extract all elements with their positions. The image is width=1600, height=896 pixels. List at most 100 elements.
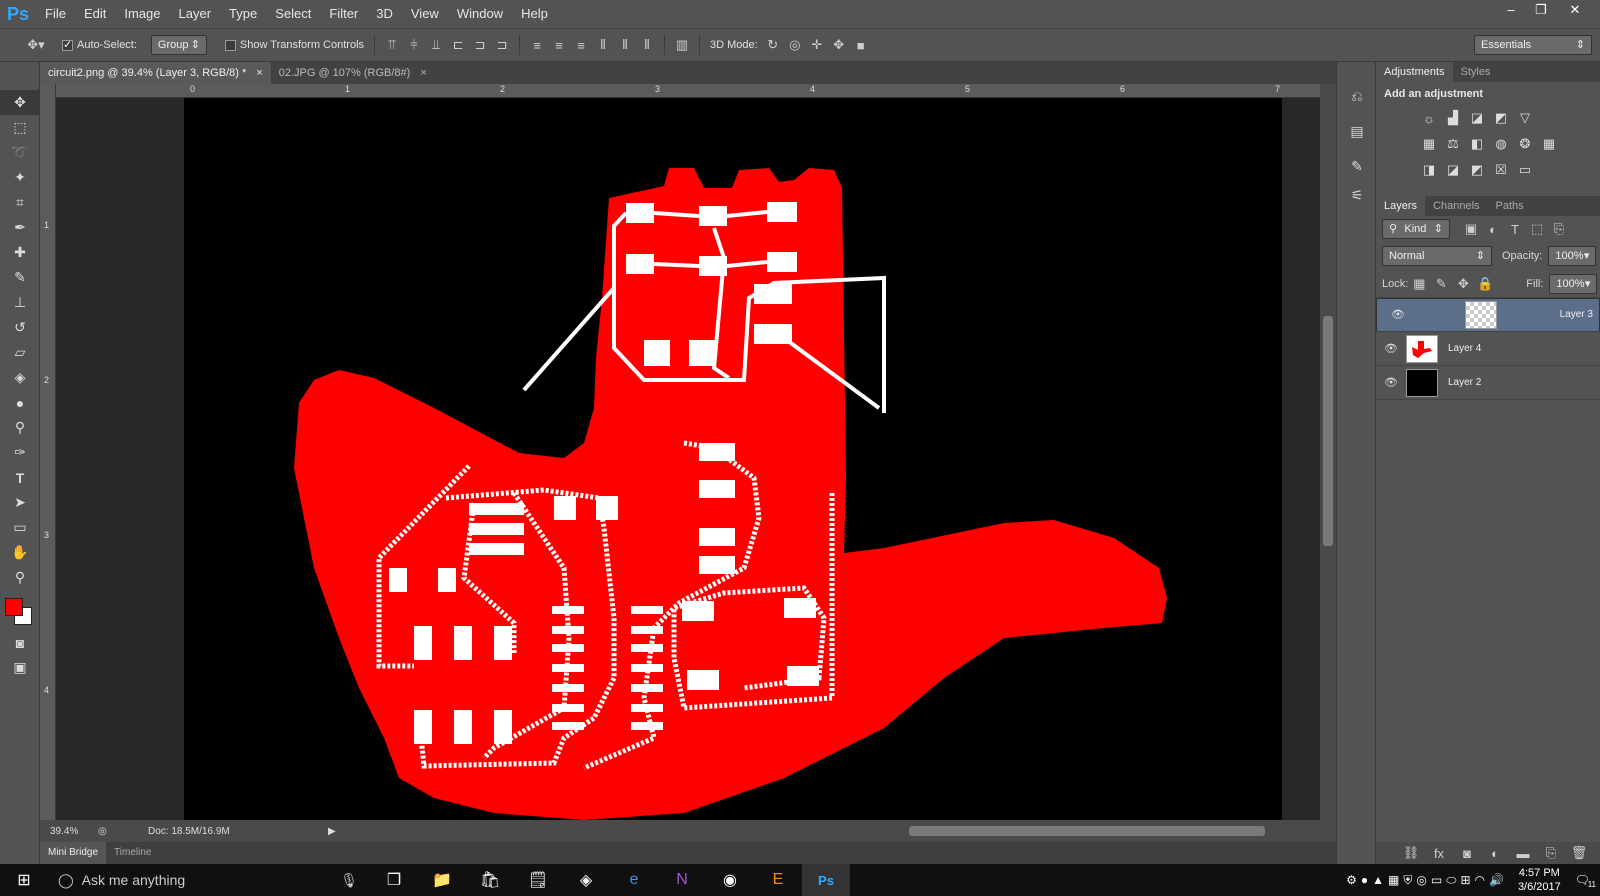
tray-icon[interactable]: ▦ (1388, 873, 1399, 887)
onenote-icon[interactable]: N (658, 864, 706, 896)
document-canvas[interactable] (184, 98, 1282, 820)
threshold-icon[interactable]: ◩ (1466, 158, 1488, 182)
eye-icon[interactable]: 👁 (1376, 376, 1406, 389)
eye-icon[interactable]: 👁 (1383, 306, 1413, 324)
canvas-area[interactable] (56, 98, 1320, 820)
hue-saturation-icon[interactable]: ▦ (1418, 132, 1440, 156)
close-icon[interactable]: × (256, 62, 262, 84)
shield-icon[interactable]: ⛨ (1403, 873, 1412, 888)
zoom-tool-icon[interactable]: ⚲ (0, 565, 40, 590)
tray-icon[interactable]: ⬭ (1446, 873, 1456, 888)
properties-panel-icon[interactable]: ▤ (1337, 119, 1377, 144)
opacity-input[interactable]: 100% ▾ (1548, 246, 1597, 266)
3d-drag-icon[interactable]: ✛ (806, 34, 828, 56)
3d-slide-icon[interactable]: ✥ (828, 34, 850, 56)
sticky-notes-icon[interactable]: 🗒 (514, 864, 562, 896)
vertical-scrollbar[interactable] (1320, 84, 1336, 820)
auto-select-checkbox[interactable] (62, 38, 73, 51)
auto-select-dropdown[interactable]: Group ⇕ (150, 35, 207, 55)
status-menu-icon[interactable]: ◎ (98, 826, 118, 837)
history-panel-icon[interactable]: ⎌ (1337, 84, 1377, 109)
screen-mode-icon[interactable]: ▣ (0, 655, 40, 680)
type-filter-icon[interactable]: T (1504, 218, 1526, 240)
brightness-icon[interactable]: ☼ (1418, 106, 1440, 130)
layer-name[interactable]: Layer 2 (1448, 377, 1481, 388)
lasso-tool-icon[interactable]: ➰ (0, 140, 40, 165)
new-layer-icon[interactable]: ⎘ (1540, 842, 1562, 864)
path-selection-tool-icon[interactable]: ➤ (0, 490, 40, 515)
levels-icon[interactable]: ▟ (1442, 106, 1464, 130)
clock[interactable]: 4:57 PM 3/6/2017 (1518, 866, 1561, 894)
app-icon[interactable]: ◈ (562, 864, 610, 896)
volume-icon[interactable]: 🔊 (1489, 873, 1504, 887)
gradient-map-icon[interactable]: ▭ (1514, 158, 1536, 182)
pixel-filter-icon[interactable]: ▣ (1460, 218, 1482, 240)
channel-mixer-icon[interactable]: ❂ (1514, 132, 1536, 156)
quick-mask-icon[interactable]: ◙ (0, 630, 40, 655)
black-white-icon[interactable]: ◧ (1466, 132, 1488, 156)
3d-roll-icon[interactable]: ◎ (784, 34, 806, 56)
3d-scale-icon[interactable]: ■ (850, 34, 872, 56)
foreground-color-swatch[interactable] (5, 598, 23, 616)
vibrance-icon[interactable]: ▽ (1514, 106, 1536, 130)
distribute-hcenter-icon[interactable]: ⦀ (614, 34, 636, 56)
scrollbar-thumb[interactable] (1323, 316, 1333, 546)
microphone-icon[interactable]: 🎙 (340, 872, 358, 889)
tab-layers[interactable]: Layers (1376, 196, 1426, 216)
menu-type[interactable]: Type (220, 0, 266, 28)
curves-icon[interactable]: ◪ (1466, 106, 1488, 130)
store-icon[interactable]: 🛍 (466, 864, 514, 896)
tab-02jpg[interactable]: 02.JPG @ 107% (RGB/8#) × (271, 62, 435, 84)
lock-position-icon[interactable]: ✥ (1452, 273, 1474, 295)
file-explorer-icon[interactable]: 📁 (418, 864, 466, 896)
tab-styles[interactable]: Styles (1453, 62, 1499, 82)
tray-icon[interactable]: ◎ (1416, 873, 1426, 887)
workspace-dropdown[interactable]: Essentials ⇕ (1474, 35, 1592, 55)
healing-brush-tool-icon[interactable]: ✚ (0, 240, 40, 265)
photoshop-taskbar-icon[interactable]: Ps (802, 864, 850, 896)
menu-help[interactable]: Help (512, 0, 557, 28)
menu-3d[interactable]: 3D (367, 0, 402, 28)
tray-icon[interactable]: ⚙ (1346, 873, 1357, 887)
eyedropper-tool-icon[interactable]: ✒ (0, 215, 40, 240)
task-view-icon[interactable]: ❐ (370, 864, 418, 896)
layer-row[interactable]: 👁 Layer 4 (1376, 332, 1600, 366)
align-bottom-icon[interactable]: ⫫ (425, 34, 447, 56)
close-icon[interactable]: × (420, 62, 426, 84)
brush-tool-icon[interactable]: ✎ (0, 265, 40, 290)
color-balance-icon[interactable]: ⚖ (1442, 132, 1464, 156)
close-icon[interactable]: ✕ (1560, 0, 1590, 22)
invert-icon[interactable]: ◨ (1418, 158, 1440, 182)
tab-channels[interactable]: Channels (1425, 196, 1487, 216)
magic-wand-tool-icon[interactable]: ✦ (0, 165, 40, 190)
trash-icon[interactable]: 🗑 (1568, 842, 1590, 864)
new-adjustment-icon[interactable]: ◐ (1484, 842, 1506, 864)
tray-icon[interactable]: ⊞ (1460, 873, 1470, 887)
fill-input[interactable]: 100% ▾ (1549, 273, 1598, 294)
tab-circuit2[interactable]: circuit2.png @ 39.4% (Layer 3, RGB/8) * × (40, 62, 271, 84)
layer-row[interactable]: 👁 Layer 3 (1376, 298, 1600, 332)
history-brush-tool-icon[interactable]: ↺ (0, 315, 40, 340)
link-layers-icon[interactable]: ⛓ (1400, 842, 1422, 864)
adjustment-filter-icon[interactable]: ◐ (1482, 218, 1504, 240)
layer-row[interactable]: 👁 Layer 2 (1376, 366, 1600, 400)
tray-icon[interactable]: ▲ (1372, 873, 1384, 887)
type-tool-icon[interactable]: T (0, 465, 40, 490)
align-hcenter-icon[interactable]: ⊐ (469, 34, 491, 56)
3d-rotate-icon[interactable]: ↻ (762, 34, 784, 56)
menu-image[interactable]: Image (115, 0, 169, 28)
tab-timeline[interactable]: Timeline (106, 842, 159, 864)
distribute-left-icon[interactable]: ⦀ (592, 34, 614, 56)
kind-filter-dropdown[interactable]: ⚲ Kind ⇕ (1382, 219, 1450, 239)
menu-select[interactable]: Select (266, 0, 320, 28)
eye-icon[interactable]: 👁 (1376, 342, 1406, 355)
distribute-top-icon[interactable]: ≡ (526, 34, 548, 56)
chrome-icon[interactable]: ◉ (706, 864, 754, 896)
posterize-icon[interactable]: ◪ (1442, 158, 1464, 182)
align-top-icon[interactable]: ⫪ (381, 34, 403, 56)
minimize-icon[interactable]: – (1496, 0, 1526, 22)
layer-name[interactable]: Layer 4 (1448, 343, 1481, 354)
eagle-icon[interactable]: E (754, 864, 802, 896)
move-tool-preset-icon[interactable]: ✥▾ (18, 34, 54, 56)
clone-stamp-tool-icon[interactable]: ⊥ (0, 290, 40, 315)
